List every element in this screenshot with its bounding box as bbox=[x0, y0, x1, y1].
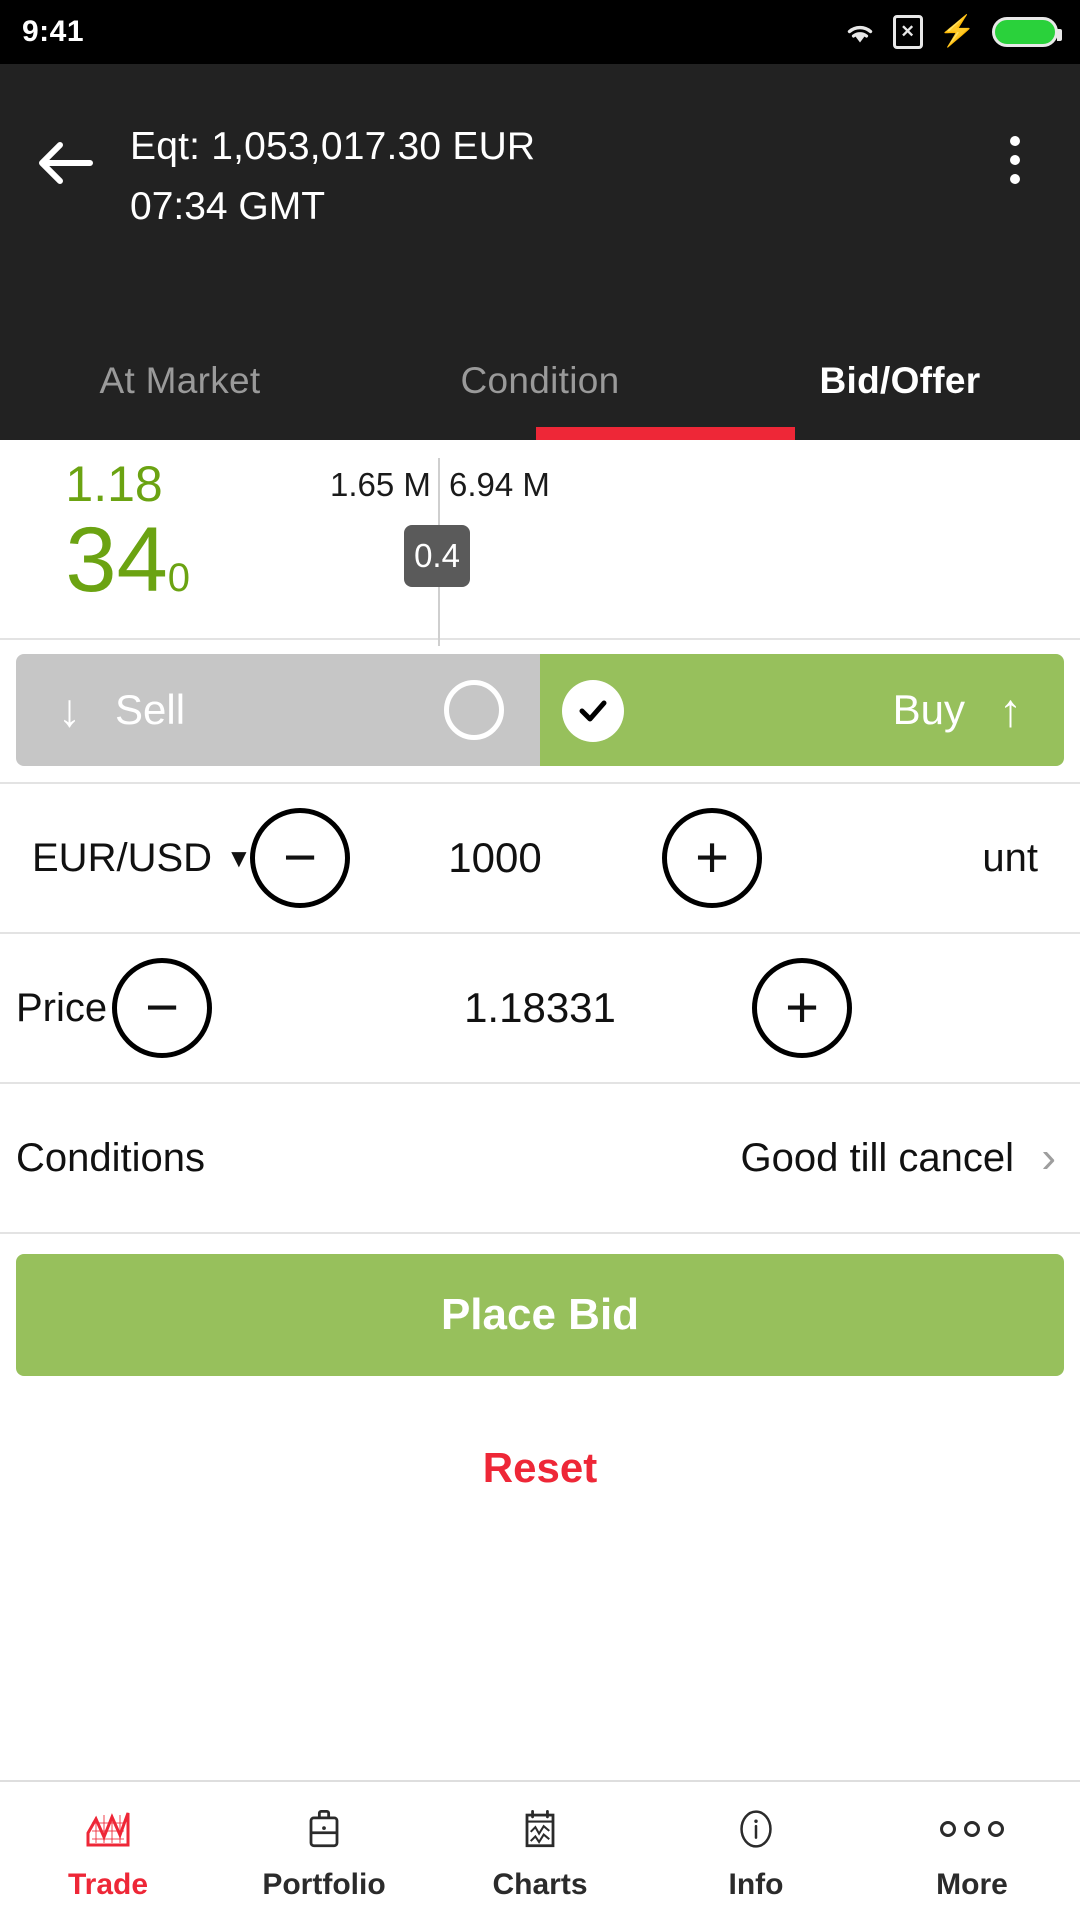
price-increment-button[interactable]: + bbox=[752, 958, 852, 1058]
ask-quote[interactable]: 1.18 34 4 bbox=[540, 440, 1080, 638]
nav-label-charts: Charts bbox=[492, 1868, 587, 1902]
nav-label-info: Info bbox=[729, 1868, 784, 1902]
buy-label: Buy bbox=[893, 686, 965, 734]
tab-bid-offer[interactable]: Bid/Offer bbox=[720, 360, 1080, 402]
buy-radio-check-icon[interactable] bbox=[562, 680, 624, 742]
equity-title: Eqt: 1,053,017.30 EUR bbox=[130, 116, 950, 178]
tab-active-indicator bbox=[536, 427, 795, 440]
back-arrow-icon bbox=[34, 132, 96, 199]
quantity-unit-label: unt bbox=[982, 836, 1038, 881]
charging-bolt-icon: ⚡ bbox=[939, 17, 976, 47]
nav-label-trade: Trade bbox=[68, 1868, 148, 1902]
nav-label-more: More bbox=[936, 1868, 1008, 1902]
status-icons: ✕ ⚡ bbox=[843, 15, 1058, 49]
clipboard-chart-icon bbox=[514, 1800, 566, 1858]
briefcase-icon bbox=[298, 1800, 350, 1858]
more-dots-icon bbox=[940, 1800, 1004, 1858]
quantity-value[interactable]: 1000 bbox=[0, 834, 1080, 882]
bid-price-prefix: 1.18 bbox=[65, 454, 162, 514]
app-bar: Eqt: 1,053,017.30 EUR 07:34 GMT bbox=[0, 64, 1080, 322]
sell-option[interactable]: ↓ Sell bbox=[16, 654, 540, 766]
chevron-right-icon: › bbox=[1041, 1133, 1056, 1183]
nav-item-trade[interactable]: Trade bbox=[0, 1800, 216, 1902]
plus-icon: + bbox=[785, 984, 819, 1032]
battery-icon bbox=[992, 17, 1058, 47]
nav-label-portfolio: Portfolio bbox=[262, 1868, 385, 1902]
direction-toggle-wrap: ↓ Sell Buy ↑ bbox=[0, 640, 1080, 782]
bid-volume: 1.65 M bbox=[330, 466, 431, 504]
quantity-row: EUR/USD ▼ − 1000 + unt bbox=[0, 782, 1080, 932]
status-time: 9:41 bbox=[22, 15, 84, 49]
wifi-icon bbox=[843, 19, 877, 45]
conditions-label: Conditions bbox=[16, 1136, 205, 1181]
sell-label: Sell bbox=[115, 686, 185, 734]
nav-item-more[interactable]: More bbox=[864, 1800, 1080, 1902]
bid-price-fraction: 0 bbox=[168, 532, 190, 624]
order-type-tabs: At Market Condition Bid/Offer bbox=[0, 322, 1080, 440]
nav-item-info[interactable]: Info bbox=[648, 1800, 864, 1902]
place-bid-button[interactable]: Place Bid bbox=[16, 1254, 1064, 1376]
up-arrow-icon: ↑ bbox=[999, 687, 1022, 733]
overflow-menu-icon[interactable] bbox=[950, 110, 1080, 184]
direction-toggle: ↓ Sell Buy ↑ bbox=[16, 654, 1064, 766]
candlestick-chart-icon bbox=[80, 1800, 136, 1858]
tab-at-market[interactable]: At Market bbox=[0, 360, 360, 402]
tab-condition[interactable]: Condition bbox=[360, 360, 720, 402]
nav-item-charts[interactable]: Charts bbox=[432, 1800, 648, 1902]
info-circle-icon bbox=[729, 1800, 783, 1858]
actions-section: Place Bid Reset bbox=[0, 1232, 1080, 1492]
sim-x-icon: ✕ bbox=[893, 15, 923, 49]
plus-icon: + bbox=[695, 834, 729, 882]
bottom-navigation: Trade Portfolio Charts bbox=[0, 1780, 1080, 1920]
down-arrow-icon: ↓ bbox=[58, 687, 81, 733]
back-button[interactable] bbox=[0, 110, 130, 199]
ask-volume: 6.94 M bbox=[449, 466, 550, 504]
sell-radio-icon[interactable] bbox=[444, 680, 504, 740]
app-bar-titles: Eqt: 1,053,017.30 EUR 07:34 GMT bbox=[130, 110, 950, 236]
bid-price-pips: 34 bbox=[65, 514, 167, 606]
status-bar: 9:41 ✕ ⚡ bbox=[0, 0, 1080, 64]
bid-price: 1.18 34 0 bbox=[65, 454, 190, 624]
quantity-increment-button[interactable]: + bbox=[662, 808, 762, 908]
conditions-value: Good till cancel bbox=[741, 1136, 1014, 1181]
buy-option[interactable]: Buy ↑ bbox=[540, 654, 1064, 766]
gmt-time: 07:34 GMT bbox=[130, 178, 950, 236]
quote-panel: 1.18 34 0 1.18 34 4 1.65 M 6.94 M 0.4 bbox=[0, 440, 1080, 640]
price-row: Price − 1.18331 + bbox=[0, 932, 1080, 1082]
spread-badge: 0.4 bbox=[404, 525, 470, 587]
price-value[interactable]: 1.18331 bbox=[0, 984, 1080, 1032]
reset-button[interactable]: Reset bbox=[16, 1376, 1064, 1492]
nav-item-portfolio[interactable]: Portfolio bbox=[216, 1800, 432, 1902]
conditions-row[interactable]: Conditions Good till cancel › bbox=[0, 1082, 1080, 1232]
